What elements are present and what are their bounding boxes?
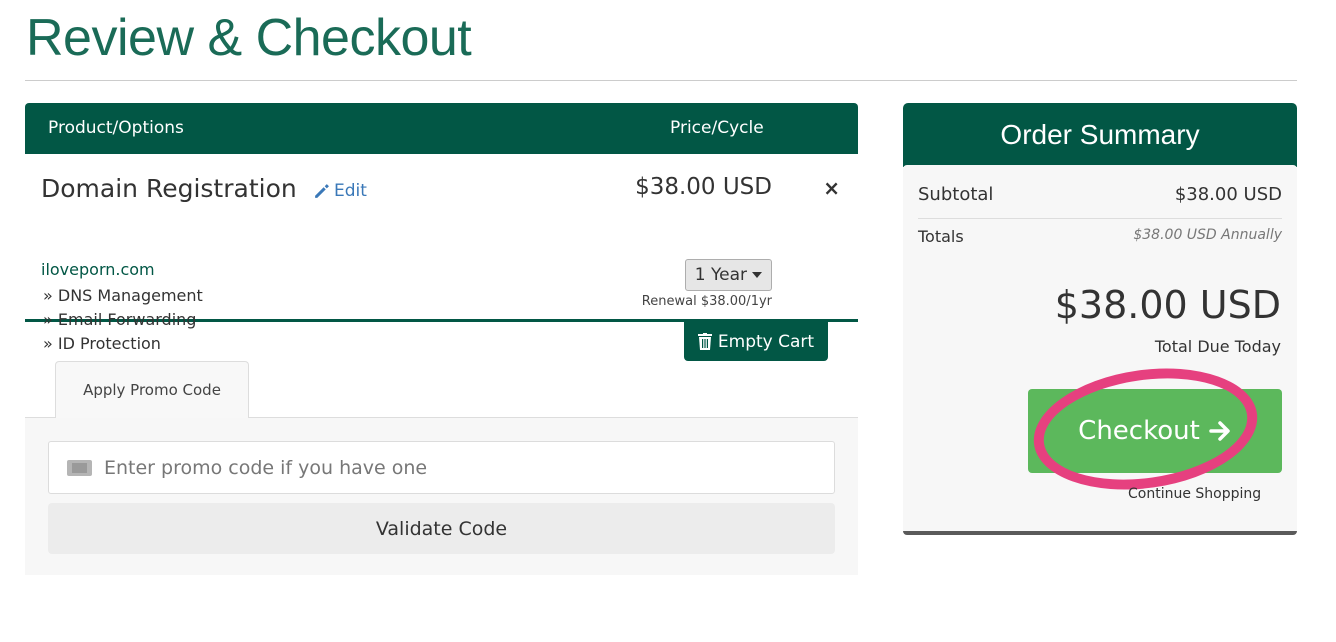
checkout-label: Checkout bbox=[1078, 416, 1200, 446]
pencil-icon bbox=[315, 183, 329, 198]
continue-shopping-link[interactable]: Continue Shopping bbox=[1128, 486, 1261, 502]
addon-list: » DNS Management » Email Forwarding » ID… bbox=[43, 284, 203, 356]
addon-item: » Email Forwarding bbox=[43, 310, 197, 329]
edit-label: Edit bbox=[334, 181, 367, 201]
item-price: $38.00 USD bbox=[635, 174, 772, 200]
caret-down-icon bbox=[752, 272, 762, 278]
totals-value: $38.00 USD Annually bbox=[1133, 227, 1282, 243]
subtotal-row: Subtotal $38.00 USD bbox=[918, 184, 1282, 205]
total-due-label: Total Due Today bbox=[1154, 337, 1281, 356]
page-title: Review & Checkout bbox=[26, 9, 472, 67]
trash-icon bbox=[697, 333, 712, 350]
validate-code-button[interactable]: Validate Code bbox=[48, 503, 835, 554]
product-name: Domain Registration bbox=[41, 174, 297, 203]
cart-table: Product/Options Price/Cycle Domain Regis… bbox=[25, 103, 858, 353]
total-due-amount: $38.00 USD bbox=[1054, 283, 1281, 327]
addon-item: » DNS Management bbox=[43, 286, 203, 305]
subtotal-value: $38.00 USD bbox=[1174, 184, 1282, 205]
subtotal-label: Subtotal bbox=[918, 184, 994, 205]
empty-cart-label: Empty Cart bbox=[717, 331, 815, 352]
billing-cycle-value: 1 Year bbox=[694, 265, 747, 285]
renewal-info: Renewal $38.00/1yr bbox=[641, 294, 772, 309]
ticket-icon bbox=[67, 459, 92, 476]
arrow-right-icon bbox=[1209, 421, 1230, 441]
summary-divider bbox=[918, 218, 1282, 219]
checkout-button[interactable]: Checkout bbox=[1028, 389, 1282, 473]
header-price-cycle: Price/Cycle bbox=[670, 118, 764, 138]
title-divider bbox=[25, 80, 1297, 81]
empty-cart-button[interactable]: Empty Cart bbox=[684, 322, 828, 361]
totals-row: Totals $38.00 USD Annually bbox=[918, 227, 1282, 246]
cart-item: Domain Registration Edit iloveporn.com »… bbox=[25, 154, 858, 353]
tab-apply-promo-code[interactable]: Apply Promo Code bbox=[55, 361, 249, 418]
promo-code-input[interactable] bbox=[104, 456, 784, 479]
order-summary-body: Subtotal $38.00 USD Totals $38.00 USD An… bbox=[903, 165, 1297, 535]
remove-item-button[interactable]: × bbox=[823, 176, 840, 200]
cart-header: Product/Options Price/Cycle bbox=[25, 103, 858, 154]
addon-item: » ID Protection bbox=[43, 334, 161, 353]
promo-input-group bbox=[48, 441, 835, 494]
domain-name: iloveporn.com bbox=[41, 260, 155, 279]
order-summary: Order Summary Subtotal $38.00 USD Totals… bbox=[903, 103, 1297, 535]
billing-cycle-dropdown[interactable]: 1 Year bbox=[684, 259, 772, 291]
header-product-options: Product/Options bbox=[48, 118, 184, 138]
edit-link[interactable]: Edit bbox=[313, 181, 367, 201]
order-summary-title: Order Summary bbox=[903, 103, 1297, 167]
promo-panel: Validate Code bbox=[25, 417, 858, 575]
totals-label: Totals bbox=[918, 227, 964, 246]
